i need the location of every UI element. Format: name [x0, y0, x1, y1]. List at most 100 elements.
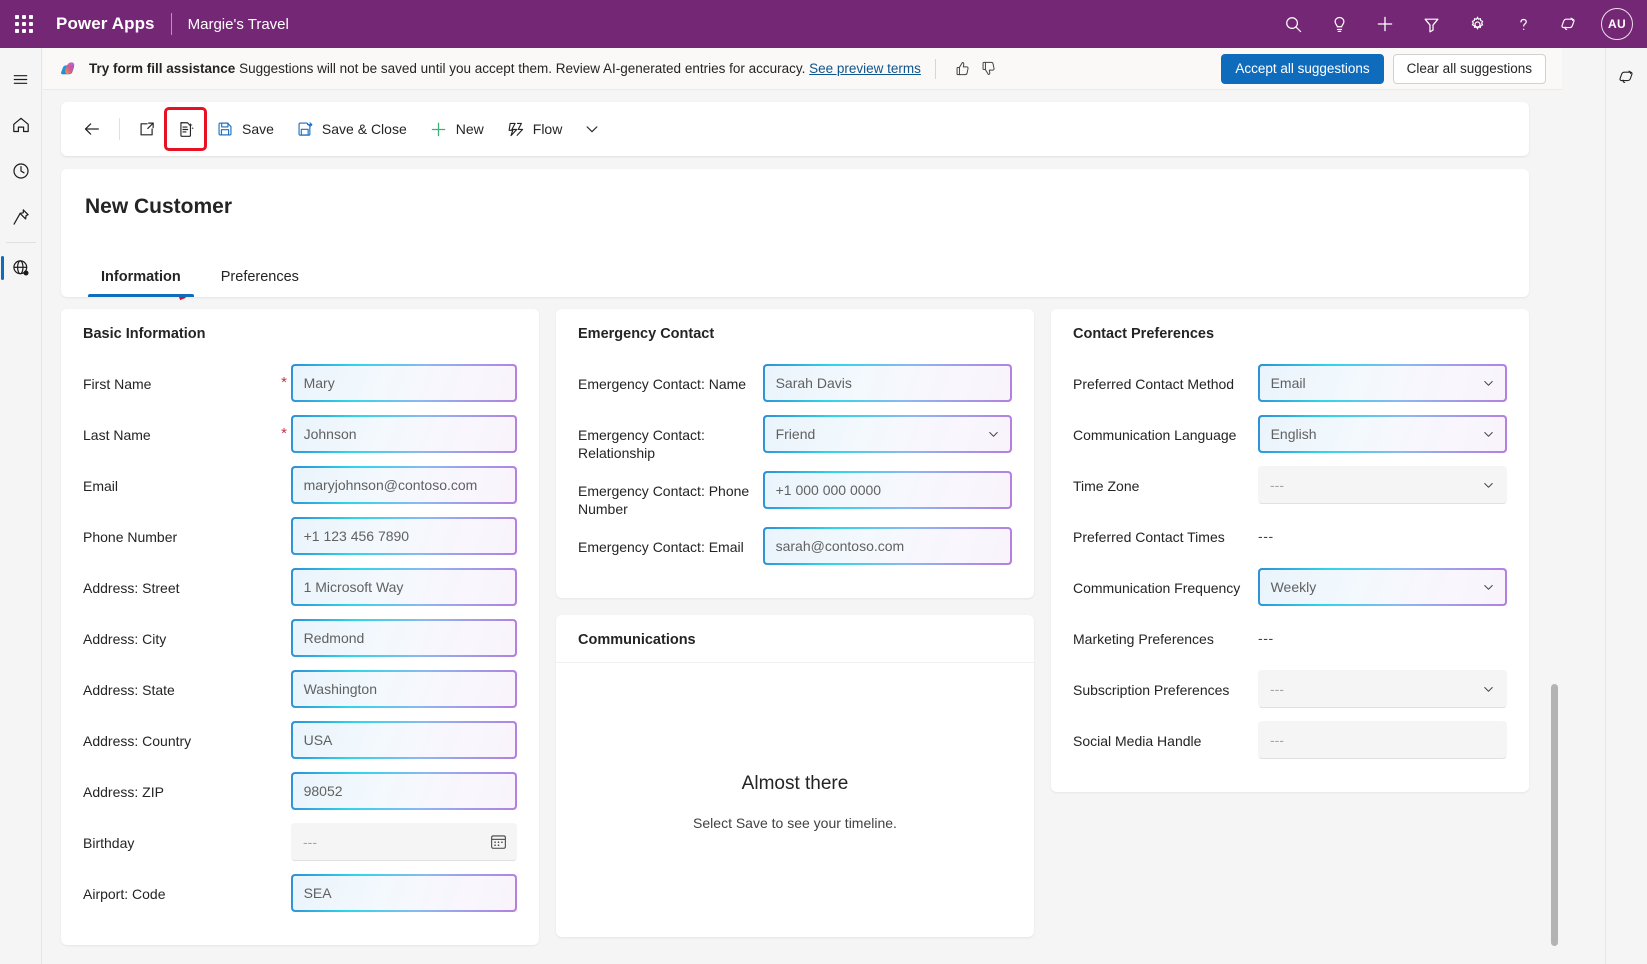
ai-suggested-input-communication-frequency[interactable]: Weekly — [1258, 568, 1507, 606]
flow-button[interactable]: Flow — [496, 110, 573, 148]
field-value: Johnson — [293, 417, 516, 452]
copilot-icon — [59, 59, 79, 79]
back-button[interactable] — [73, 110, 111, 148]
sidebar-item-hamburger[interactable] — [0, 60, 42, 98]
field-label: Communication Frequency — [1073, 568, 1258, 597]
input-time-zone[interactable]: --- — [1258, 466, 1507, 504]
field-value: SEA — [293, 876, 516, 911]
ai-suggested-input-emergency-contact-phone-number[interactable]: +1 000 000 0000 — [763, 471, 1012, 509]
sidebar-item-pinned[interactable] — [0, 198, 42, 236]
ai-suggested-input-email[interactable]: maryjohnson@contoso.com — [291, 466, 517, 504]
clear-all-suggestions-button[interactable]: Clear all suggestions — [1393, 54, 1546, 84]
required-spacer: * — [277, 466, 291, 493]
input-birthday[interactable]: --- — [291, 823, 517, 861]
basic-information-fields: First Name*MaryLast Name*JohnsonEmail*ma… — [83, 364, 517, 916]
app-launcher-button[interactable] — [0, 0, 48, 48]
ai-suggested-input-emergency-contact-email[interactable]: sarah@contoso.com — [763, 527, 1012, 565]
ai-suggested-input-address-zip[interactable]: 98052 — [291, 772, 517, 810]
ai-suggested-input-communication-language[interactable]: English — [1258, 415, 1507, 453]
thumb-dislike-icon[interactable] — [976, 56, 1002, 82]
field-row-preferred-contact-method: Preferred Contact MethodEmail — [1073, 364, 1507, 406]
gear-icon[interactable] — [1457, 4, 1497, 44]
field-row-birthday: Birthday*--- — [83, 823, 517, 865]
card-emergency-contact: Emergency Contact Emergency Contact: Nam… — [556, 309, 1034, 598]
save-and-close-button[interactable]: Save & Close — [286, 110, 417, 148]
avatar[interactable]: AU — [1601, 8, 1633, 40]
copilot-icon[interactable] — [1549, 4, 1589, 44]
brand-title: Power Apps — [56, 14, 155, 34]
field-row-emergency-contact-name: Emergency Contact: NameSarah Davis — [578, 364, 1012, 406]
save-close-label: Save & Close — [322, 121, 407, 137]
field-control-wrapper: Friend — [763, 415, 1012, 453]
required-spacer: * — [277, 721, 291, 748]
new-button[interactable]: New — [419, 110, 494, 148]
ai-suggested-input-address-city[interactable]: Redmond — [291, 619, 517, 657]
input-social-media-handle[interactable]: --- — [1258, 721, 1507, 759]
field-row-preferred-contact-times: Preferred Contact Times--- — [1073, 517, 1507, 559]
field-control-wrapper: --- — [1258, 619, 1507, 657]
field-label: Emergency Contact: Email — [578, 527, 763, 556]
field-label: Birthday — [83, 823, 277, 852]
lightbulb-icon[interactable] — [1319, 4, 1359, 44]
ai-suggested-input-emergency-contact-relationship[interactable]: Friend — [763, 415, 1012, 453]
save-button[interactable]: Save — [206, 110, 284, 148]
field-label: Emergency Contact: Name — [578, 364, 763, 393]
required-spacer: * — [277, 517, 291, 544]
page-title: New Customer — [85, 195, 232, 219]
ai-suggested-input-address-state[interactable]: Washington — [291, 670, 517, 708]
field-row-phone-number: Phone Number*+1 123 456 7890 — [83, 517, 517, 559]
ai-suggested-input-address-country[interactable]: USA — [291, 721, 517, 759]
ai-suggested-input-address-street[interactable]: 1 Microsoft Way — [291, 568, 517, 606]
ai-suggested-input-emergency-contact-name[interactable]: Sarah Davis — [763, 364, 1012, 402]
tab-information[interactable]: Information — [85, 259, 197, 297]
home-icon — [11, 115, 31, 135]
field-value: sarah@contoso.com — [765, 529, 1011, 564]
question-icon[interactable] — [1503, 4, 1543, 44]
filter-icon[interactable] — [1411, 4, 1451, 44]
more-commands-button[interactable] — [574, 110, 610, 148]
ai-suggested-input-first-name[interactable]: Mary — [291, 364, 517, 402]
see-preview-terms-link[interactable]: See preview terms — [809, 61, 921, 76]
form-fill-assistance-button[interactable] — [167, 110, 204, 148]
column-contact-preferences: Contact Preferences Preferred Contact Me… — [1051, 309, 1529, 964]
field-control-wrapper: Washington — [291, 670, 517, 708]
field-control-wrapper: USA — [291, 721, 517, 759]
sidebar-item-customers[interactable] — [0, 249, 42, 287]
input-subscription-preferences[interactable]: --- — [1258, 670, 1507, 708]
plus-icon[interactable] — [1365, 4, 1405, 44]
tab-preferences[interactable]: Preferences — [205, 259, 315, 297]
field-value: 98052 — [293, 774, 516, 809]
form-header: New Customer Information Preferences — [61, 169, 1529, 297]
save-label: Save — [242, 121, 274, 137]
field-label: Preferred Contact Method — [1073, 364, 1258, 393]
field-value-preferred-contact-times[interactable]: --- — [1258, 517, 1507, 544]
ai-suggested-input-preferred-contact-method[interactable]: Email — [1258, 364, 1507, 402]
vertical-scrollbar[interactable] — [1551, 684, 1558, 946]
open-in-new-window-button[interactable] — [128, 110, 165, 148]
ai-suggested-input-last-name[interactable]: Johnson — [291, 415, 517, 453]
save-and-close-icon — [296, 120, 314, 138]
field-value: maryjohnson@contoso.com — [293, 468, 516, 503]
sidebar-item-home[interactable] — [0, 106, 42, 144]
field-control-wrapper: Weekly — [1258, 568, 1507, 606]
field-control-wrapper: --- — [1258, 517, 1507, 555]
contact-preferences-fields: Preferred Contact MethodEmail Communicati… — [1073, 364, 1507, 763]
clock-icon — [11, 161, 31, 181]
field-label: Subscription Preferences — [1073, 670, 1258, 699]
app-name: Margie's Travel — [188, 16, 289, 33]
left-navigation-rail — [0, 48, 42, 964]
copilot-panel-button[interactable] — [1606, 58, 1647, 96]
required-spacer: * — [277, 619, 291, 646]
field-value-marketing-preferences[interactable]: --- — [1258, 619, 1507, 646]
sidebar-item-recent[interactable] — [0, 152, 42, 190]
calendar-icon[interactable] — [489, 833, 508, 852]
brand-divider — [171, 13, 172, 35]
search-icon[interactable] — [1273, 4, 1313, 44]
banner-divider — [935, 59, 936, 79]
new-label: New — [456, 121, 484, 137]
thumb-like-icon[interactable] — [950, 56, 976, 82]
ai-suggested-input-airport-code[interactable]: SEA — [291, 874, 517, 912]
field-value: Friend — [765, 417, 1011, 452]
accept-all-suggestions-button[interactable]: Accept all suggestions — [1221, 54, 1383, 84]
ai-suggested-input-phone-number[interactable]: +1 123 456 7890 — [291, 517, 517, 555]
